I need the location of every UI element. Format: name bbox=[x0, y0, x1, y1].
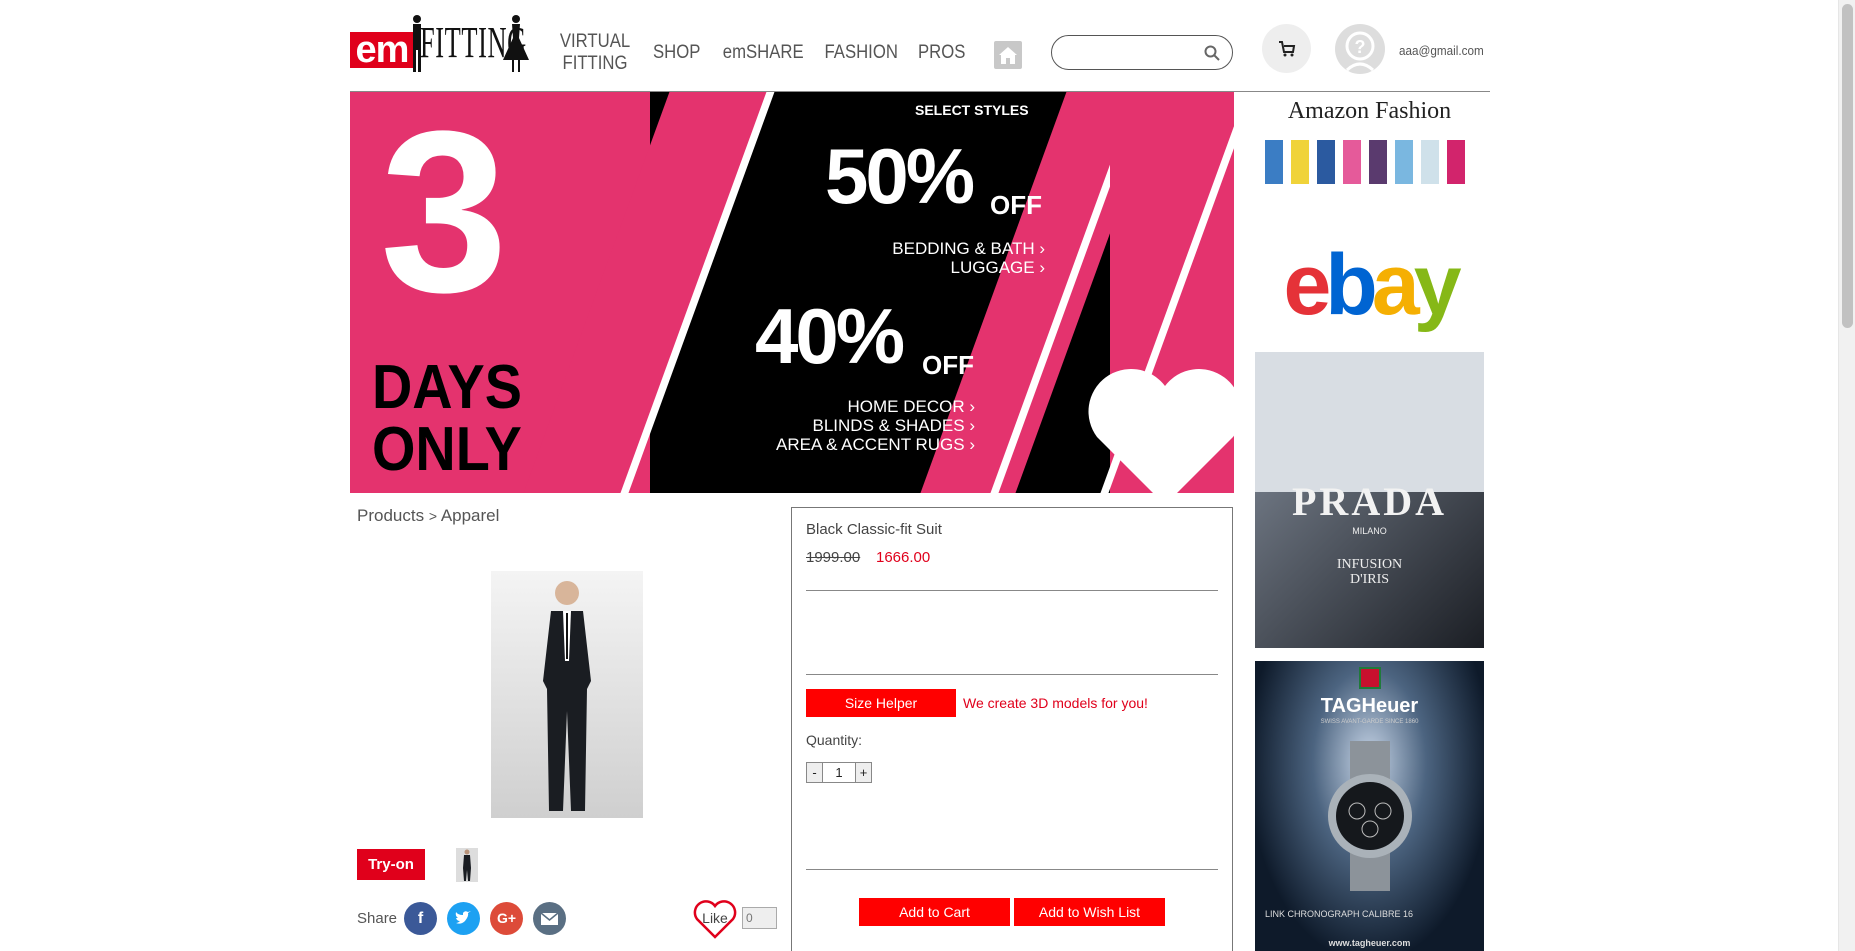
nav-virtual-fitting-line2: FITTING bbox=[562, 53, 628, 74]
divider bbox=[806, 869, 1218, 870]
user-question-icon: ? bbox=[1345, 31, 1375, 72]
nav-emshare[interactable]: emSHARE bbox=[723, 42, 804, 64]
cart-button[interactable] bbox=[1262, 24, 1311, 73]
add-to-wishlist-button[interactable]: Add to Wish List bbox=[1014, 898, 1165, 926]
product-title: Black Classic-fit Suit bbox=[806, 521, 942, 538]
quantity-increase-button[interactable]: + bbox=[855, 762, 872, 783]
ad-amazon-title: Amazon Fashion bbox=[1287, 98, 1452, 124]
man-silhouette-icon bbox=[413, 15, 421, 72]
home-icon[interactable] bbox=[994, 41, 1022, 69]
banner-offer2-item: AREA & ACCENT RUGS › bbox=[775, 435, 975, 454]
ad-prada-product1: INFUSION bbox=[1336, 557, 1403, 572]
ebay-logo: ebay bbox=[1255, 230, 1484, 340]
nav-virtual-fitting[interactable]: VIRTUAL FITTING bbox=[560, 31, 630, 75]
page-scrollbar[interactable] bbox=[1838, 0, 1855, 951]
user-avatar[interactable]: ? bbox=[1335, 24, 1385, 74]
product-old-price: 1999.00 bbox=[806, 549, 861, 566]
banner-offer2-item: HOME DECOR › bbox=[847, 397, 976, 416]
scrollbar-thumb[interactable] bbox=[1842, 4, 1853, 328]
promo-banner[interactable]: 3 DAYS ONLY SELECT STYLES 50% OFF BEDDIN… bbox=[350, 92, 1234, 493]
banner-offer2-items: HOME DECOR › BLINDS & SHADES › AREA & AC… bbox=[745, 397, 975, 454]
banner-offer2-pct: 40% bbox=[755, 292, 905, 380]
ad-prada-brand: PRADA bbox=[1292, 479, 1447, 524]
breadcrumb-separator: > bbox=[428, 508, 438, 524]
ad-tagheuer[interactable]: TAGHeuer SWISS AVANT-GARDE SINCE 1860 LI… bbox=[1255, 661, 1484, 951]
quantity-label: Quantity: bbox=[806, 732, 863, 748]
divider bbox=[806, 590, 1218, 591]
page: em FITTING VIRTUAL FITTING SHOP emSHARE … bbox=[0, 0, 1855, 951]
ad-ebay[interactable]: ebay bbox=[1255, 230, 1484, 340]
ad-tag-tagline: SWISS AVANT-GARDE SINCE 1860 bbox=[1320, 719, 1419, 725]
ad-amazon-models bbox=[1265, 140, 1465, 184]
thumbnail-suit-figure bbox=[463, 849, 471, 881]
tryon-button[interactable]: Try-on bbox=[357, 849, 425, 880]
product-thumbnail[interactable] bbox=[456, 848, 478, 882]
banner-select-styles: SELECT STYLES bbox=[915, 102, 1029, 118]
banner-offer1-item: BEDDING & BATH › bbox=[892, 239, 1045, 258]
search-box bbox=[1051, 35, 1233, 70]
add-to-cart-button[interactable]: Add to Cart bbox=[859, 898, 1010, 926]
banner-offer1-off: OFF bbox=[990, 190, 1042, 220]
nav-pros[interactable]: PROS bbox=[918, 42, 965, 64]
banner-offer1-item: LUGGAGE › bbox=[950, 258, 1045, 277]
banner-big-number: 3 bbox=[380, 92, 508, 340]
ad-prada[interactable]: PRADA MILANO INFUSION D'IRIS bbox=[1255, 352, 1484, 648]
share-label: Share bbox=[357, 910, 398, 927]
nav-virtual-fitting-line1: VIRTUAL bbox=[559, 31, 631, 52]
ad-prada-product2: D'IRIS bbox=[1349, 572, 1390, 587]
search-input[interactable] bbox=[1064, 42, 1194, 64]
product-sale-price: 1666.00 bbox=[876, 549, 931, 566]
nav-fashion[interactable]: FASHION bbox=[825, 42, 898, 64]
facebook-share-icon[interactable]: f bbox=[404, 902, 437, 935]
quantity-input[interactable]: 1 bbox=[823, 762, 855, 783]
dress-silhouette-icon bbox=[503, 15, 529, 72]
ad-tag-caption: LINK CHRONOGRAPH CALIBRE 16 bbox=[1265, 909, 1414, 919]
divider bbox=[806, 674, 1218, 675]
breadcrumb-products[interactable]: Products bbox=[357, 506, 424, 525]
twitter-share-icon[interactable] bbox=[447, 902, 480, 935]
like-count: 0 bbox=[742, 907, 777, 929]
ad-prada-sub: MILANO bbox=[1352, 526, 1387, 536]
ad-tag-url: www.tagheuer.com bbox=[1328, 938, 1411, 948]
size-helper-button[interactable]: Size Helper bbox=[806, 689, 956, 717]
ebay-letter-y: y bbox=[1413, 237, 1462, 333]
watch-icon bbox=[1328, 741, 1412, 891]
site-header: em FITTING VIRTUAL FITTING SHOP emSHARE … bbox=[350, 0, 1490, 92]
banner-days-line2: ONLY bbox=[372, 415, 522, 484]
ebay-letter-a: a bbox=[1371, 237, 1420, 333]
svg-text:?: ? bbox=[1355, 37, 1366, 57]
search-icon[interactable] bbox=[1204, 45, 1220, 61]
banner-offer1-items: BEDDING & BATH › LUGGAGE › bbox=[880, 239, 1045, 277]
breadcrumb-apparel[interactable]: Apparel bbox=[441, 506, 500, 525]
ebay-letter-e: e bbox=[1283, 237, 1331, 333]
like-button[interactable]: Like bbox=[693, 898, 737, 940]
cart-icon bbox=[1279, 41, 1296, 57]
banner-days-line1: DAYS bbox=[372, 353, 522, 422]
product-detail-panel: Black Classic-fit Suit 1999.00 1666.00 S… bbox=[791, 507, 1233, 951]
banner-heart-icon bbox=[1088, 369, 1234, 493]
size-helper-note: We create 3D models for you! bbox=[963, 695, 1148, 711]
ad-amazon-fashion[interactable]: Amazon Fashion bbox=[1255, 96, 1484, 216]
user-email[interactable]: aaa@gmail.com bbox=[1399, 43, 1484, 59]
product-image[interactable] bbox=[491, 571, 643, 818]
logo-em: em bbox=[350, 31, 414, 69]
ad-tag-badge bbox=[1359, 667, 1381, 689]
ad-tag-brand: TAGHeuer bbox=[1320, 695, 1419, 717]
banner-days: DAYS ONLY bbox=[372, 357, 522, 481]
like-label: Like bbox=[702, 910, 728, 926]
email-share-icon[interactable] bbox=[533, 902, 566, 935]
ebay-letter-b: b bbox=[1325, 237, 1377, 333]
google-plus-share-icon[interactable]: G+ bbox=[490, 902, 523, 935]
nav-shop[interactable]: SHOP bbox=[653, 42, 700, 64]
quantity-decrease-button[interactable]: - bbox=[806, 762, 823, 783]
breadcrumb: Products > Apparel bbox=[357, 506, 499, 526]
banner-offer2-item: BLINDS & SHADES › bbox=[812, 416, 976, 435]
emfitting-logo[interactable]: em FITTING bbox=[350, 14, 530, 72]
suit-model-figure bbox=[543, 581, 591, 811]
banner-offer1-pct: 50% bbox=[825, 132, 975, 220]
banner-offer2-off: OFF bbox=[922, 350, 974, 380]
